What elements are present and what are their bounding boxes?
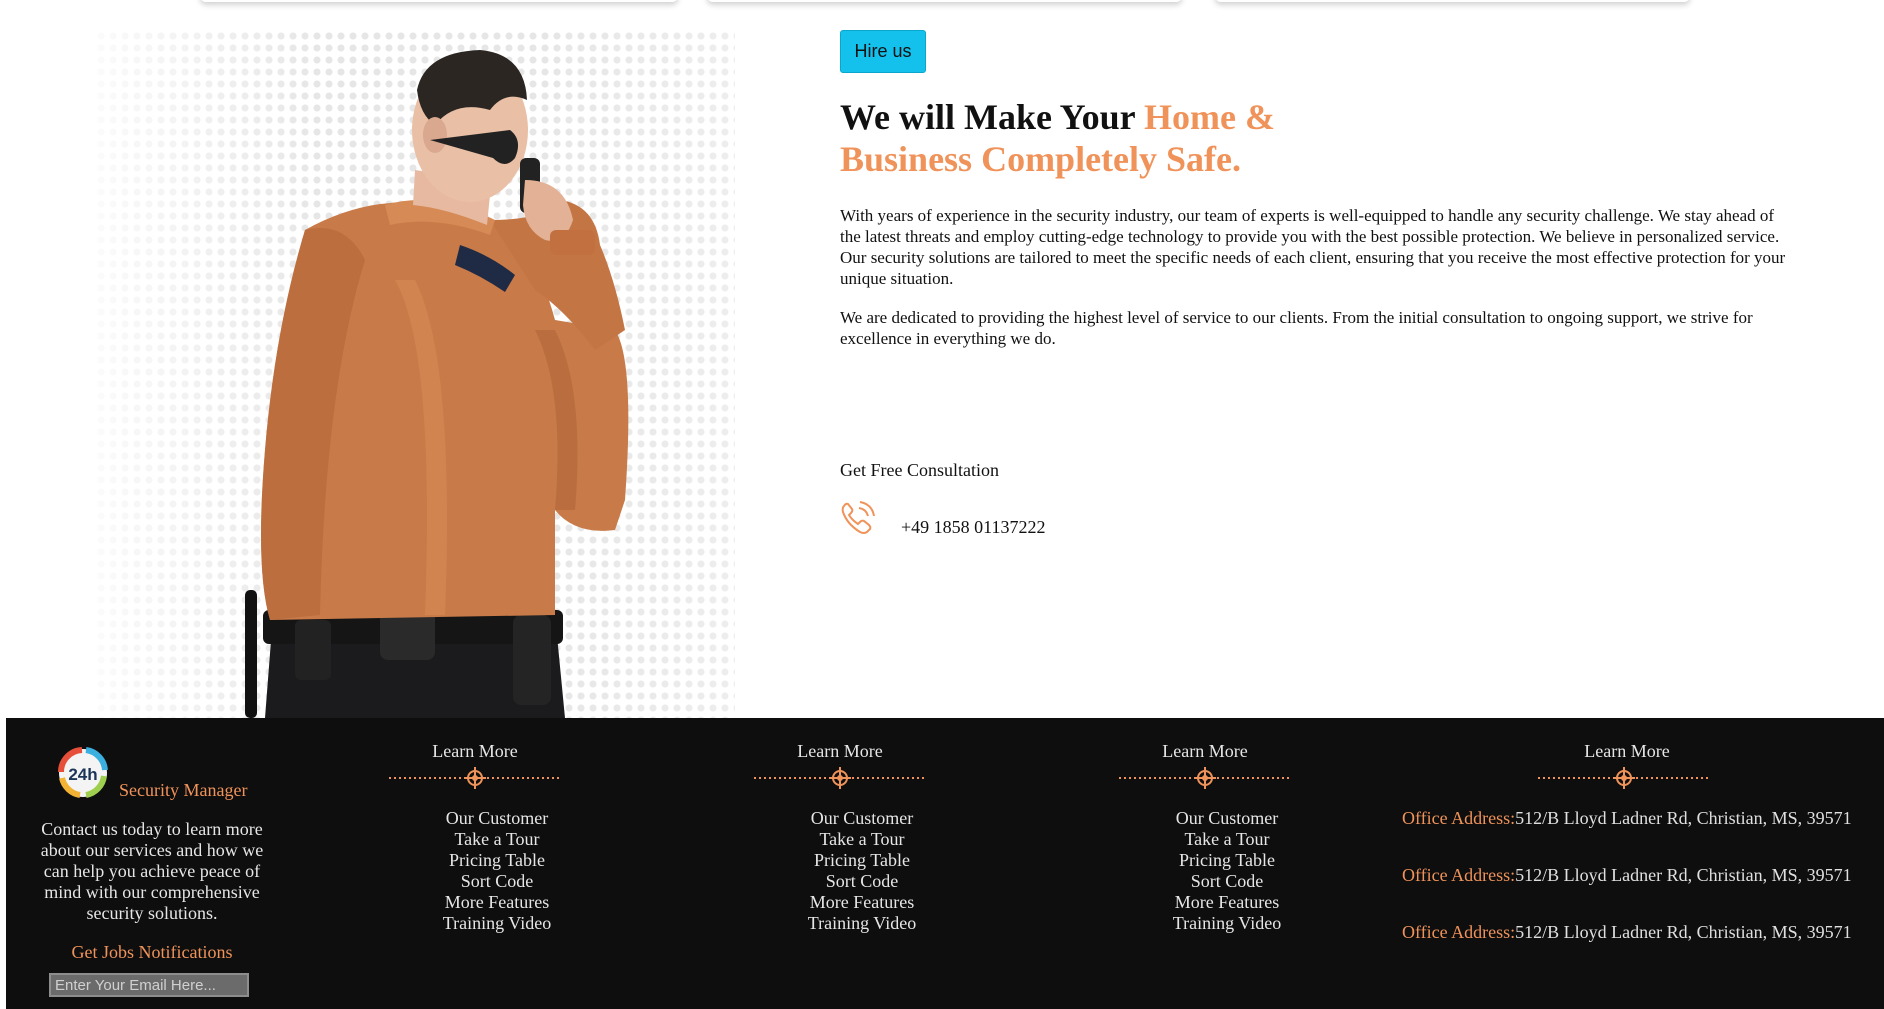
footer-link[interactable]: Training Video [764, 913, 960, 934]
footer-link[interactable]: Our Customer [764, 808, 960, 829]
footer-link[interactable]: Take a Tour [764, 829, 960, 850]
footer-link[interactable]: Sort Code [764, 871, 960, 892]
logo-24h-icon: 24h [57, 747, 108, 798]
column-title: Learn More [432, 741, 518, 761]
phone-number[interactable]: +49 1858 01137222 [901, 517, 1045, 538]
jobs-notifications-label: Get Jobs Notifications [71, 942, 233, 962]
footer-link[interactable]: Take a Tour [1129, 829, 1325, 850]
top-card-1 [200, 0, 678, 2]
dedication-paragraph: We are dedicated to providing the highes… [840, 308, 1753, 348]
site-footer: 24h Security Manager Contact us today to… [6, 718, 1884, 1009]
footer-link[interactable]: More Features [764, 892, 960, 913]
top-card-3 [1215, 0, 1690, 2]
footer-address-column: Learn More Office Address:512/B Lloyd La… [1402, 740, 1862, 943]
footer-link[interactable]: Our Customer [1129, 808, 1325, 829]
office-address: Office Address:512/B Lloyd Ladner Rd, Ch… [1402, 865, 1852, 885]
footer-links-column-1: Learn More Our Customer Take a Tour Pric… [355, 740, 595, 934]
office-address: Office Address:512/B Lloyd Ladner Rd, Ch… [1402, 808, 1852, 828]
footer-link[interactable]: More Features [1129, 892, 1325, 913]
footer-link[interactable]: Training Video [399, 913, 595, 934]
footer-links-column-3: Learn More Our Customer Take a Tour Pric… [1085, 740, 1325, 934]
hire-us-button[interactable]: Hire us [840, 30, 926, 73]
security-guard-image [95, 30, 735, 718]
footer-link[interactable]: Our Customer [399, 808, 595, 829]
crosshair-divider-icon [1538, 767, 1710, 789]
consultation-label: Get Free Consultation [840, 460, 999, 480]
crosshair-divider-icon [389, 767, 561, 789]
guard-illustration [245, 50, 629, 718]
office-address: Office Address:512/B Lloyd Ladner Rd, Ch… [1402, 922, 1852, 942]
footer-link[interactable]: Pricing Table [399, 850, 595, 871]
footer-link[interactable]: Pricing Table [1129, 850, 1325, 871]
email-input[interactable] [49, 973, 249, 997]
footer-link[interactable]: Sort Code [1129, 871, 1325, 892]
footer-link[interactable]: Pricing Table [764, 850, 960, 871]
footer-link[interactable]: Take a Tour [399, 829, 595, 850]
svg-text:24h: 24h [68, 765, 97, 784]
hero-headline: We will Make Your Home & Business Complet… [840, 97, 1275, 179]
intro-paragraph: With years of experience in the security… [840, 206, 1786, 288]
footer-link[interactable]: Training Video [1129, 913, 1325, 934]
brand-name[interactable]: Security Manager [119, 780, 247, 801]
footer-link[interactable]: Sort Code [399, 871, 595, 892]
phone-icon[interactable] [838, 498, 878, 538]
crosshair-divider-icon [1119, 767, 1291, 789]
footer-links-column-2: Learn More Our Customer Take a Tour Pric… [720, 740, 960, 934]
column-title: Learn More [797, 741, 883, 761]
column-title: Learn More [1162, 741, 1248, 761]
footer-link[interactable]: More Features [399, 892, 595, 913]
column-title: Learn More [1584, 741, 1670, 761]
top-card-2 [707, 0, 1182, 2]
crosshair-divider-icon [754, 767, 926, 789]
footer-about-text: Contact us today to learn more about our… [40, 819, 264, 923]
